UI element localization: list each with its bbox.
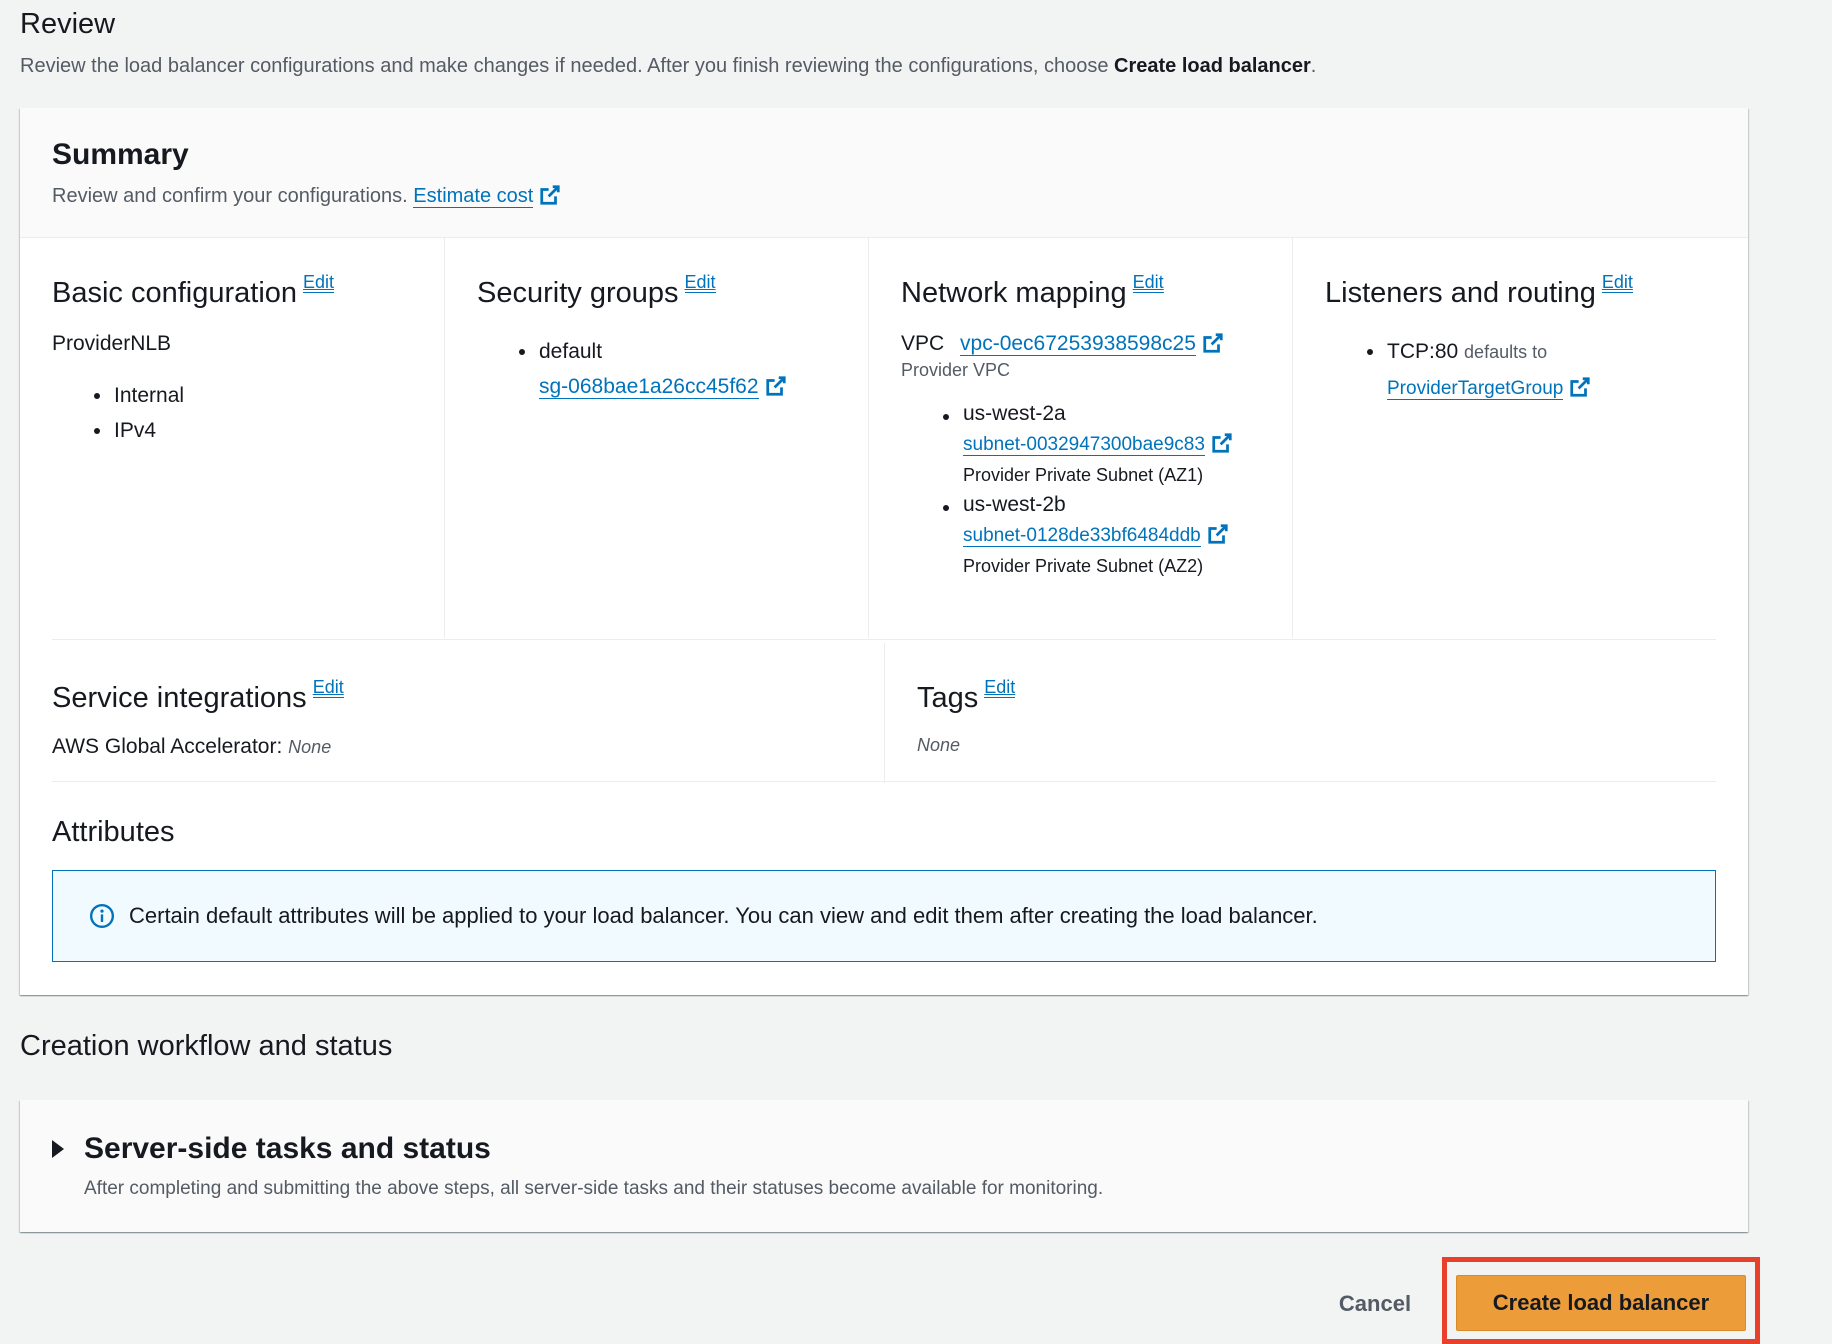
vpc-name: Provider VPC — [901, 360, 1011, 380]
external-link-icon[interactable] — [539, 184, 561, 206]
global-accelerator-row: AWS Global Accelerator: None — [52, 735, 852, 759]
cancel-button[interactable]: Cancel — [1320, 1282, 1430, 1326]
info-icon — [89, 903, 115, 929]
description-bold: Create load balancer — [1114, 55, 1311, 77]
listeners-list: TCP:80 defaults to ProviderTargetGroup — [1365, 334, 1716, 406]
summary-header: Summary Review and confirm your configur… — [20, 108, 1748, 238]
security-groups-section: Security groups Edit default sg-068bae1a2… — [444, 238, 868, 638]
external-link-icon[interactable] — [1207, 523, 1229, 545]
external-link-icon[interactable] — [765, 373, 787, 396]
listener-protocol-port: TCP:80 — [1387, 340, 1459, 363]
external-link-icon[interactable] — [1202, 332, 1224, 354]
server-side-tasks-description: After completing and submitting the abov… — [84, 1178, 1104, 1199]
global-accelerator-value: None — [288, 737, 332, 757]
subnet-link[interactable]: subnet-0128de33bf6484ddb — [963, 525, 1201, 547]
target-group-link[interactable]: ProviderTargetGroup — [1387, 378, 1564, 400]
defaults-to-text: defaults to — [1464, 342, 1548, 362]
load-balancer-name: ProviderNLB — [52, 332, 172, 355]
subnet-list: us-west-2a subnet-0032947300bae9c83 Prov… — [941, 399, 1260, 581]
vpc-label: VPC — [901, 332, 945, 355]
basic-configuration-section: Basic configuration Edit ProviderNLB Inte… — [20, 238, 444, 638]
caret-right-icon[interactable] — [52, 1140, 64, 1158]
server-side-tasks-title[interactable]: Server-side tasks and status — [84, 1132, 491, 1166]
listeners-title: Listeners and routing — [1325, 277, 1596, 309]
description-text: Review the load balancer configurations … — [20, 55, 1115, 77]
service-integrations-header: Service integrations Edit — [52, 677, 852, 715]
tags-title: Tags — [917, 682, 979, 714]
vpc-row: VPC vpc-0ec67253938598c25 — [901, 332, 1260, 356]
service-integrations-title: Service integrations — [52, 682, 307, 714]
page-description: Review the load balancer configurations … — [20, 55, 1316, 78]
subnet-link[interactable]: subnet-0032947300bae9c83 — [963, 434, 1205, 456]
external-link-icon[interactable] — [1569, 374, 1591, 397]
attributes-title: Attributes — [52, 816, 175, 848]
server-side-tasks-expander[interactable]: Server-side tasks and status — [52, 1132, 1716, 1166]
security-groups-title: Security groups — [477, 277, 679, 309]
list-item: us-west-2a subnet-0032947300bae9c83 Prov… — [941, 399, 1260, 490]
second-row: Service integrations Edit AWS Global Acce… — [20, 643, 1748, 783]
workflow-title: Creation workflow and status — [20, 1030, 393, 1062]
page-title: Review — [20, 8, 116, 40]
network-mapping-header: Network mapping Edit — [901, 272, 1260, 310]
list-item: Internal — [92, 378, 412, 413]
edit-security-groups-link[interactable]: Edit — [684, 272, 716, 293]
zone-name: us-west-2b — [963, 493, 1066, 516]
list-item: IPv4 — [92, 413, 412, 448]
list-item: us-west-2b subnet-0128de33bf6484ddb Prov… — [941, 490, 1260, 581]
summary-title: Summary — [52, 138, 189, 171]
tags-value: None — [917, 735, 961, 755]
basic-configuration-header: Basic configuration Edit — [52, 272, 412, 310]
create-load-balancer-button[interactable]: Create load balancer — [1456, 1275, 1746, 1331]
network-mapping-section: Network mapping Edit VPC vpc-0ec672539385… — [868, 238, 1292, 638]
tags-header: Tags Edit — [917, 677, 1716, 715]
page: Review Review the load balancer configur… — [0, 0, 1832, 1344]
edit-tags-link[interactable]: Edit — [984, 677, 1016, 698]
edit-listeners-link[interactable]: Edit — [1601, 272, 1633, 293]
security-groups-header: Security groups Edit — [477, 272, 836, 310]
estimate-cost-label: Estimate cost — [413, 185, 534, 207]
edit-network-mapping-link[interactable]: Edit — [1132, 272, 1164, 293]
configuration-columns: Basic configuration Edit ProviderNLB Inte… — [20, 238, 1748, 638]
attributes-info-alert: Certain default attributes will be appli… — [52, 870, 1716, 962]
list-item: TCP:80 defaults to ProviderTargetGroup — [1365, 334, 1716, 406]
security-group-name: default — [539, 340, 603, 363]
divider — [52, 781, 1716, 782]
listeners-section: Listeners and routing Edit TCP:80 default… — [1292, 238, 1748, 638]
summary-subtitle: Review and confirm your configurations. … — [52, 184, 1716, 208]
external-link-icon[interactable] — [1211, 432, 1233, 454]
edit-basic-configuration-link[interactable]: Edit — [303, 272, 335, 293]
subnet-name: Provider Private Subnet (AZ1) — [963, 465, 1204, 485]
edit-service-integrations-link[interactable]: Edit — [312, 677, 344, 698]
attributes-info-text: Certain default attributes will be appli… — [129, 903, 1318, 928]
basic-configuration-title: Basic configuration — [52, 277, 298, 309]
security-groups-list: default sg-068bae1a26cc45f62 — [517, 334, 836, 404]
subnet-name: Provider Private Subnet (AZ2) — [963, 556, 1204, 576]
list-item: default sg-068bae1a26cc45f62 — [517, 334, 836, 404]
basic-configuration-list: Internal IPv4 — [92, 378, 412, 448]
security-group-link[interactable]: sg-068bae1a26cc45f62 — [539, 375, 759, 399]
listeners-header: Listeners and routing Edit — [1325, 272, 1716, 310]
tags-section: Tags Edit None — [884, 643, 1748, 783]
server-side-tasks-card: Server-side tasks and status After compl… — [20, 1100, 1748, 1232]
summary-card: Summary Review and confirm your configur… — [20, 108, 1748, 995]
zone-name: us-west-2a — [963, 402, 1066, 425]
summary-subtitle-text: Review and confirm your configurations. — [52, 185, 408, 207]
global-accelerator-label: AWS Global Accelerator: — [52, 735, 283, 758]
estimate-cost-link[interactable]: Estimate cost — [413, 185, 534, 208]
divider — [52, 639, 1716, 640]
vpc-link[interactable]: vpc-0ec67253938598c25 — [960, 332, 1196, 356]
service-integrations-section: Service integrations Edit AWS Global Acce… — [20, 643, 884, 783]
network-mapping-title: Network mapping — [901, 277, 1127, 309]
tags-value-row: None — [917, 735, 1716, 756]
description-suffix: . — [1310, 55, 1317, 77]
